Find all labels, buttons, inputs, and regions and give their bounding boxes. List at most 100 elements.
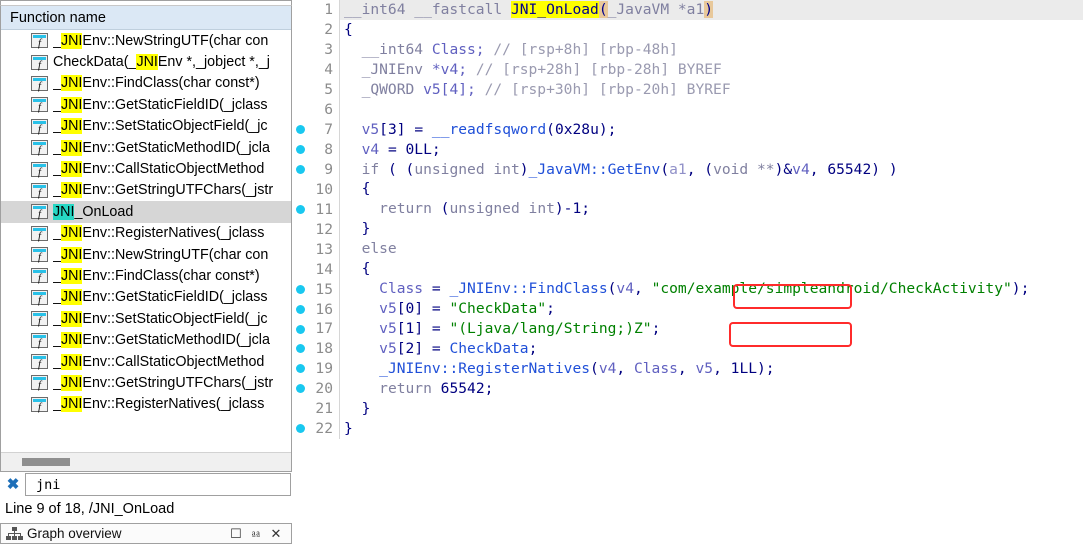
code-text[interactable]: v4 = 0LL; (340, 140, 1083, 160)
dock-button[interactable]: ⎂ (246, 526, 266, 542)
function-list-item[interactable]: f _JNIEnv::FindClass(char const*) (1, 265, 291, 286)
code-token: , (616, 359, 634, 377)
close-x-icon[interactable]: ✖ (1, 472, 25, 497)
code-text[interactable]: _JNIEnv::RegisterNatives(v4, Class, v5, … (340, 359, 1083, 379)
function-list-item[interactable]: f _JNIEnv::GetStaticMethodID(_jcla (1, 329, 291, 350)
code-text[interactable]: v5[1] = "(Ljava/lang/String;)Z"; (340, 319, 1083, 339)
breakpoint-dot-icon[interactable] (292, 299, 309, 319)
function-list-item[interactable]: f _JNIEnv::GetStaticFieldID(_jclass (1, 94, 291, 115)
breakpoint-dot-icon[interactable] (292, 140, 309, 160)
breakpoint-dot-icon[interactable] (292, 419, 309, 439)
code-text[interactable]: } (340, 419, 1083, 439)
code-text[interactable]: } (340, 399, 1083, 419)
column-header-function-name[interactable]: Function name (1, 6, 291, 30)
code-token: Class (633, 359, 678, 377)
code-text[interactable]: { (340, 20, 1083, 40)
code-token: [ (396, 320, 406, 337)
function-list-item[interactable]: f JNI_OnLoad (1, 201, 291, 223)
code-text[interactable]: else (340, 239, 1083, 259)
code-token: { (344, 260, 371, 278)
code-line[interactable]: 4 _JNIEnv *v4; // [rsp+28h] [rbp-28h] BY… (292, 59, 1083, 80)
code-token: [ (396, 339, 406, 357)
function-list-item[interactable]: f _JNIEnv::RegisterNatives(_jclass (1, 223, 291, 244)
code-line[interactable]: 18 v5[2] = CheckData; (292, 338, 1083, 359)
code-text[interactable]: __int64 __fastcall JNI_OnLoad(_JavaVM *a… (340, 0, 1083, 20)
function-list-item[interactable]: f _JNIEnv::NewStringUTF(char con (1, 244, 291, 265)
match-highlight: JNI (60, 246, 83, 263)
restore-button[interactable]: ☐ (226, 526, 246, 542)
pseudocode-lines: 1 __int64 __fastcall JNI_OnLoad(_JavaVM *… (292, 0, 1083, 439)
breakpoint-dot-icon[interactable] (292, 120, 309, 140)
horizontal-scrollbar[interactable] (1, 452, 291, 471)
code-line[interactable]: 3 __int64 Class; // [rsp+8h] [rbp-48h] (292, 39, 1083, 60)
function-list-item[interactable]: f _JNIEnv::FindClass(char const*) (1, 73, 291, 94)
function-list-item[interactable]: f _JNIEnv::CallStaticObjectMethod (1, 158, 291, 179)
code-token: ; (651, 320, 661, 337)
code-token: ) (519, 160, 529, 178)
breakpoint-dot-icon[interactable] (292, 359, 309, 379)
breakpoint-dot-icon[interactable] (292, 279, 309, 299)
code-line[interactable]: 1 __int64 __fastcall JNI_OnLoad(_JavaVM *… (292, 0, 1083, 20)
filter-input[interactable] (25, 473, 291, 496)
code-line[interactable]: 7 v5[3] = __readfsqword(0x28u); (292, 119, 1083, 140)
code-line[interactable]: 12 } (292, 219, 1083, 240)
breakpoint-dot-icon[interactable] (292, 339, 309, 359)
code-text[interactable]: v5[0] = "CheckData"; (340, 299, 1083, 319)
line-number: 5 (324, 81, 333, 99)
code-line[interactable]: 20 return 65542; (292, 378, 1083, 399)
close-button[interactable]: ✕ (266, 526, 286, 542)
code-text[interactable]: if ( (unsigned int)_JavaVM::GetEnv(a1, (… (340, 160, 1083, 180)
horizontal-scrollbar-thumb[interactable] (22, 458, 70, 466)
pseudocode-view[interactable]: 1 __int64 __fastcall JNI_OnLoad(_JavaVM *… (292, 0, 1083, 546)
code-text[interactable]: _JNIEnv *v4; // [rsp+28h] [rbp-28h] BYRE… (340, 60, 1083, 80)
function-icon: f (31, 97, 48, 113)
function-list-item[interactable]: f CheckData(_JNIEnv *,_jobject *,_j (1, 51, 291, 72)
code-text[interactable]: _QWORD v5[4]; // [rsp+30h] [rbp-20h] BYR… (340, 80, 1083, 100)
function-list-item[interactable]: f _JNIEnv::NewStringUTF(char con (1, 30, 291, 51)
function-list-item[interactable]: f _JNIEnv::GetStaticFieldID(_jclass (1, 287, 291, 308)
code-text[interactable]: return (unsigned int)-1; (340, 199, 1083, 219)
function-rows[interactable]: f _JNIEnv::NewStringUTF(char con f CheckDat… (1, 30, 291, 452)
code-line[interactable]: 21 } (292, 398, 1083, 419)
code-text[interactable]: } (340, 219, 1083, 239)
code-line[interactable]: 16 v5[0] = "CheckData"; (292, 299, 1083, 319)
breakpoint-dot-icon[interactable] (292, 319, 309, 339)
breakpoint-dot-icon[interactable] (292, 199, 309, 219)
function-list-item[interactable]: f _JNIEnv::GetStringUTFChars(_jstr (1, 372, 291, 393)
code-text[interactable]: Class = _JNIEnv::FindClass(v4, "com/exam… (340, 279, 1083, 299)
function-icon: f (31, 204, 48, 220)
code-text[interactable]: { (340, 179, 1083, 199)
function-list-item[interactable]: f _JNIEnv::RegisterNatives(_jclass (1, 394, 291, 415)
code-line[interactable]: 17 v5[1] = "(Ljava/lang/String;)Z"; (292, 319, 1083, 339)
function-list-item[interactable]: f _JNIEnv::SetStaticObjectField(_jc (1, 308, 291, 329)
code-line[interactable]: 14 { (292, 259, 1083, 280)
breakpoint-dot-icon[interactable] (292, 379, 309, 399)
code-text[interactable]: return 65542; (340, 379, 1083, 399)
code-line[interactable]: 13 else (292, 239, 1083, 260)
function-list-item[interactable]: f _JNIEnv::GetStringUTFChars(_jstr (1, 180, 291, 201)
code-line[interactable]: 2{ (292, 19, 1083, 40)
line-number: 3 (324, 41, 333, 59)
code-text[interactable]: __int64 Class; // [rsp+8h] [rbp-48h] (340, 40, 1083, 60)
code-line[interactable]: 9 if ( (unsigned int)_JavaVM::GetEnv(a1,… (292, 159, 1083, 180)
code-line[interactable]: 5 _QWORD v5[4]; // [rsp+30h] [rbp-20h] B… (292, 79, 1083, 100)
code-line[interactable]: 11 return (unsigned int)-1; (292, 199, 1083, 220)
breakpoint-dot-icon[interactable] (292, 160, 309, 180)
code-text[interactable]: { (340, 259, 1083, 279)
code-token: _QWORD (361, 80, 415, 98)
code-line[interactable]: 22} (292, 418, 1083, 439)
line-number: 12 (315, 220, 333, 238)
code-line[interactable]: 8 v4 = 0LL; (292, 139, 1083, 160)
function-list-item[interactable]: f _JNIEnv::GetStaticMethodID(_jcla (1, 137, 291, 158)
function-list-item[interactable]: f _JNIEnv::CallStaticObjectMethod (1, 351, 291, 372)
code-line[interactable]: 15 Class = _JNIEnv::FindClass(v4, "com/e… (292, 279, 1083, 300)
code-token: , (713, 359, 731, 377)
code-text[interactable]: v5[3] = __readfsqword(0x28u); (340, 120, 1083, 140)
code-token: "CheckData" (449, 300, 547, 318)
code-text[interactable]: v5[2] = CheckData; (340, 339, 1083, 359)
code-line[interactable]: 10 { (292, 179, 1083, 200)
code-text[interactable] (340, 100, 1083, 120)
code-line[interactable]: 19 _JNIEnv::RegisterNatives(v4, Class, v… (292, 358, 1083, 379)
function-list-item[interactable]: f _JNIEnv::SetStaticObjectField(_jc (1, 116, 291, 137)
code-line[interactable]: 6 (292, 99, 1083, 120)
